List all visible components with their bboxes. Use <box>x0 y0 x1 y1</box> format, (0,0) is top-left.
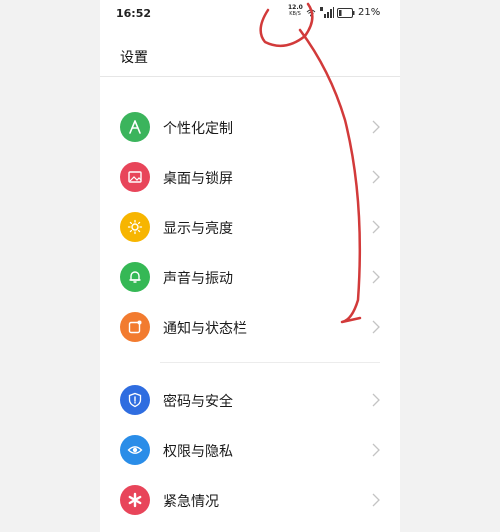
chevron-right-icon <box>372 393 380 407</box>
settings-item-wallpaper[interactable]: 桌面与锁屏 <box>100 155 400 199</box>
icon-badge <box>120 435 150 465</box>
settings-item-privacy[interactable]: 权限与隐私 <box>100 428 400 472</box>
chevron-right-icon <box>372 320 380 334</box>
privacy-eye-icon <box>127 446 143 454</box>
notification-icon <box>128 320 142 334</box>
icon-badge <box>120 312 150 342</box>
settings-item-label: 声音与振动 <box>163 271 233 287</box>
shield-icon <box>128 392 142 408</box>
settings-item-label: 个性化定制 <box>163 121 233 137</box>
settings-item-label: 紧急情况 <box>163 494 219 510</box>
bell-icon <box>129 271 141 283</box>
status-bar: 16:52 12.0 KB/S 21% <box>100 0 400 26</box>
settings-item-emergency[interactable]: 紧急情况 <box>100 478 400 522</box>
icon-badge <box>120 212 150 242</box>
chevron-right-icon <box>372 270 380 284</box>
icon-badge <box>120 262 150 292</box>
network-speed: 12.0 KB/S <box>288 5 303 18</box>
header-divider <box>100 76 400 77</box>
chevron-right-icon <box>372 493 380 507</box>
settings-screen: 16:52 12.0 KB/S 21% 设置 个性化定制 桌面与锁屏 显示与亮度… <box>100 0 400 532</box>
brightness-icon <box>127 219 143 235</box>
wallpaper-icon <box>128 171 142 183</box>
settings-item-personalize[interactable]: 个性化定制 <box>100 105 400 149</box>
emergency-icon <box>128 492 142 508</box>
settings-item-display[interactable]: 显示与亮度 <box>100 205 400 249</box>
settings-item-label: 桌面与锁屏 <box>163 171 233 187</box>
group-divider <box>160 362 380 363</box>
chevron-right-icon <box>372 220 380 234</box>
status-time: 16:52 <box>116 7 152 20</box>
settings-item-label: 密码与安全 <box>163 394 233 410</box>
settings-item-label: 通知与状态栏 <box>163 321 247 337</box>
icon-badge <box>120 162 150 192</box>
icon-badge <box>120 385 150 415</box>
chevron-right-icon <box>372 120 380 134</box>
chevron-right-icon <box>372 170 380 184</box>
signal-icon <box>320 7 334 18</box>
settings-item-sound[interactable]: 声音与振动 <box>100 255 400 299</box>
icon-badge <box>120 112 150 142</box>
chevron-right-icon <box>372 443 380 457</box>
battery-percent: 21% <box>358 7 381 18</box>
settings-item-label: 显示与亮度 <box>163 221 233 237</box>
icon-badge <box>120 485 150 515</box>
battery-icon <box>337 8 355 18</box>
settings-item-notifications[interactable]: 通知与状态栏 <box>100 305 400 349</box>
network-speed-unit: KB/S <box>289 11 301 17</box>
page-title: 设置 <box>120 50 148 66</box>
wifi-icon <box>306 9 316 17</box>
personalize-icon <box>129 120 141 134</box>
settings-item-label: 权限与隐私 <box>163 444 233 460</box>
settings-item-security[interactable]: 密码与安全 <box>100 378 400 422</box>
